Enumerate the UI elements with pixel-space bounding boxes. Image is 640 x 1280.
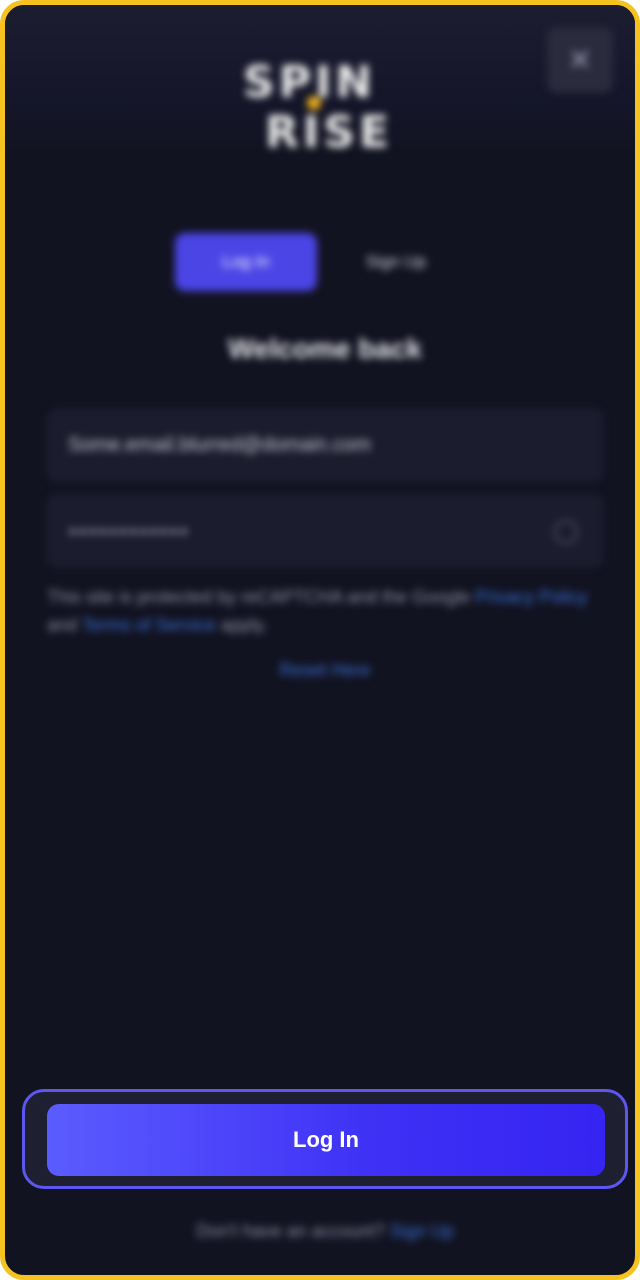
privacy-policy-link[interactable]: Privacy Policy — [475, 587, 587, 607]
recaptcha-suffix: apply. — [220, 615, 268, 635]
logo-text-rise: RISE — [265, 107, 393, 158]
terms-link[interactable]: Terms of Service — [82, 615, 216, 635]
blurred-form-area: ✕ SPIN RISE Log In Sign Up Welcome back … — [5, 5, 635, 1275]
recaptcha-notice: This site is protected by reCAPTCHA and … — [47, 583, 603, 639]
page-title: Welcome back — [227, 333, 423, 364]
password-value: •••••••••••• — [68, 515, 190, 546]
tab-login[interactable]: Log In — [175, 233, 317, 291]
email-field[interactable]: Some.email.blurred@domain.com — [47, 409, 603, 481]
login-button[interactable]: Log In — [47, 1104, 605, 1176]
login-modal: ✕ SPIN RISE Log In Sign Up Welcome back … — [0, 0, 640, 1280]
close-icon: ✕ — [567, 43, 593, 77]
signup-prompt-text: Don't have an account? — [196, 1221, 385, 1241]
auth-tabs: Log In Sign Up — [175, 233, 475, 291]
email-value: Some.email.blurred@domain.com — [68, 433, 371, 456]
login-button-focus-ring: Log In — [22, 1089, 628, 1189]
close-button[interactable]: ✕ — [547, 27, 613, 93]
signup-link[interactable]: Sign Up — [390, 1221, 454, 1241]
tab-signup[interactable]: Sign Up — [325, 233, 467, 291]
password-field[interactable]: •••••••••••• — [47, 495, 603, 567]
recaptcha-mid: and — [47, 615, 78, 635]
reset-password-link[interactable]: Reset Here — [5, 660, 635, 681]
brand-logo: SPIN RISE — [235, 60, 415, 160]
recaptcha-prefix: This site is protected by reCAPTCHA and … — [47, 587, 471, 607]
eye-icon[interactable] — [554, 520, 578, 544]
signup-prompt: Don't have an account? Sign Up — [5, 1221, 635, 1242]
